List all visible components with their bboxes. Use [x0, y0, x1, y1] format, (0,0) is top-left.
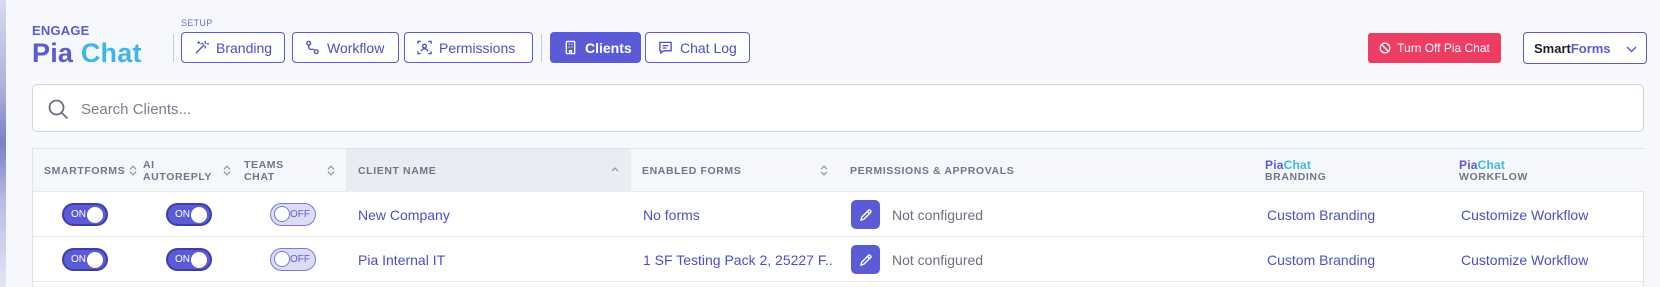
- pencil-icon: [859, 253, 872, 266]
- col-client-name[interactable]: CLIENT NAME: [346, 149, 631, 192]
- teams-chat-toggle[interactable]: OFF: [270, 248, 316, 271]
- enabled-forms-link[interactable]: No forms: [643, 192, 828, 237]
- edit-permissions-button[interactable]: [851, 200, 880, 229]
- ai-autoreply-toggle[interactable]: ON: [166, 248, 212, 271]
- product-select-smart: Smart: [1534, 40, 1571, 56]
- app-title: Pia Chat: [32, 38, 142, 68]
- toggle-state: OFF: [290, 209, 310, 220]
- col-workflow: PiaChat WORKFLOW: [1459, 149, 1609, 192]
- permissions-button-label: Permissions: [439, 39, 516, 56]
- app-brand: ENGAGE Pia Chat: [32, 23, 142, 69]
- chevron-down-icon: [1626, 46, 1637, 53]
- turn-off-label: Turn Off Pia Chat: [1397, 41, 1490, 55]
- header-divider: [173, 34, 174, 62]
- col-ai-autoreply[interactable]: AI AUTOREPLY: [143, 149, 213, 192]
- branding-button[interactable]: Branding: [181, 32, 285, 63]
- sort-icon[interactable]: [129, 165, 137, 176]
- branding-button-label: Branding: [216, 39, 273, 56]
- table-header: SMARTFORMS AI AUTOREPLY TEAMS CHAT CLIEN…: [33, 149, 1645, 192]
- enabled-forms-link[interactable]: 1 SF Testing Pack 2, 25227 F...: [643, 237, 833, 282]
- sort-icon[interactable]: [820, 165, 828, 176]
- clients-table: SMARTFORMS AI AUTOREPLY TEAMS CHAT CLIEN…: [32, 148, 1645, 287]
- col-client-name-label: CLIENT NAME: [358, 164, 437, 177]
- custom-branding-link[interactable]: Custom Branding: [1267, 237, 1375, 282]
- app-title-pia: Pia: [32, 38, 74, 68]
- client-name-link[interactable]: New Company: [358, 192, 628, 237]
- chat-log-button[interactable]: Chat Log: [645, 32, 750, 63]
- col-enabled-forms[interactable]: ENABLED FORMS: [642, 149, 822, 192]
- product-select-forms: Forms: [1570, 40, 1611, 56]
- edit-permissions-button[interactable]: [851, 245, 880, 274]
- toggle-state: ON: [71, 209, 86, 220]
- nav-divider: [541, 34, 542, 62]
- workflow-button-label: Workflow: [327, 39, 385, 56]
- scan-user-icon: [417, 40, 432, 55]
- teams-chat-toggle[interactable]: OFF: [270, 203, 316, 226]
- clients-tab-label: Clients: [585, 39, 632, 56]
- toggle-knob: [191, 252, 207, 268]
- brand-kicker: ENGAGE: [32, 23, 90, 38]
- col-branding: PiaChat BRANDING: [1265, 149, 1415, 192]
- customize-workflow-link[interactable]: Customize Workflow: [1461, 192, 1588, 237]
- pencil-icon: [859, 208, 872, 221]
- col-workflow-sub: WORKFLOW: [1459, 170, 1528, 183]
- col-teams-chat[interactable]: TEAMS CHAT: [244, 149, 304, 192]
- col-branding-title: PiaChat: [1265, 157, 1312, 172]
- toggle-state: ON: [175, 254, 190, 265]
- table-row: ON ON OFF New Company No forms Not confi…: [33, 192, 1645, 237]
- col-permissions-label: PERMISSIONS & APPROVALS: [850, 164, 1015, 177]
- col-teams-chat-label: TEAMS CHAT: [244, 158, 284, 183]
- toggle-state: ON: [71, 254, 86, 265]
- toggle-knob: [274, 206, 290, 222]
- toggle-knob: [87, 207, 103, 223]
- sort-icon[interactable]: [223, 165, 231, 176]
- toggle-knob: [191, 207, 207, 223]
- sort-icon[interactable]: [327, 165, 335, 176]
- product-select[interactable]: Smart Forms: [1523, 32, 1647, 64]
- toggle-knob: [87, 252, 103, 268]
- col-branding-sub: BRANDING: [1265, 170, 1327, 183]
- col-permissions: PERMISSIONS & APPROVALS: [850, 149, 1150, 192]
- search-bar: [32, 84, 1644, 132]
- col-enabled-forms-label: ENABLED FORMS: [642, 164, 742, 177]
- ban-icon: [1379, 42, 1391, 54]
- col-smartforms-label: SMARTFORMS: [44, 164, 126, 177]
- workflow-button[interactable]: Workflow: [292, 32, 399, 63]
- col-ai-autoreply-label: AI AUTOREPLY: [143, 158, 212, 183]
- workflow-icon: [306, 40, 319, 55]
- left-edge-strip: [0, 0, 6, 287]
- smartforms-toggle[interactable]: ON: [62, 248, 108, 271]
- permissions-button[interactable]: Permissions: [404, 32, 533, 63]
- permissions-status: Not configured: [892, 251, 984, 268]
- setup-label: SETUP: [181, 18, 213, 28]
- toggle-knob: [274, 251, 290, 267]
- toggle-state: OFF: [290, 254, 310, 265]
- clients-tab[interactable]: Clients: [550, 32, 641, 63]
- client-name-link[interactable]: Pia Internal IT: [358, 237, 628, 282]
- smartforms-toggle[interactable]: ON: [62, 203, 108, 226]
- table-row: ON ON OFF Pia Internal IT 1 SF Testing P…: [33, 237, 1645, 282]
- ai-autoreply-toggle[interactable]: ON: [166, 203, 212, 226]
- customize-workflow-link[interactable]: Customize Workflow: [1461, 237, 1588, 282]
- magic-wand-icon: [195, 40, 209, 54]
- building-icon: [565, 40, 576, 55]
- search-input[interactable]: [81, 97, 1581, 121]
- toggle-state: ON: [175, 209, 190, 220]
- search-icon: [48, 99, 68, 119]
- turn-off-pia-chat-button[interactable]: Turn Off Pia Chat: [1368, 33, 1501, 63]
- app-title-chat: Chat: [80, 38, 142, 68]
- chat-icon: [659, 41, 672, 55]
- custom-branding-link[interactable]: Custom Branding: [1267, 192, 1375, 237]
- col-workflow-title: PiaChat: [1459, 157, 1506, 172]
- chat-log-button-label: Chat Log: [680, 39, 737, 56]
- permissions-status: Not configured: [892, 206, 984, 223]
- sort-ascending-icon[interactable]: [611, 166, 619, 172]
